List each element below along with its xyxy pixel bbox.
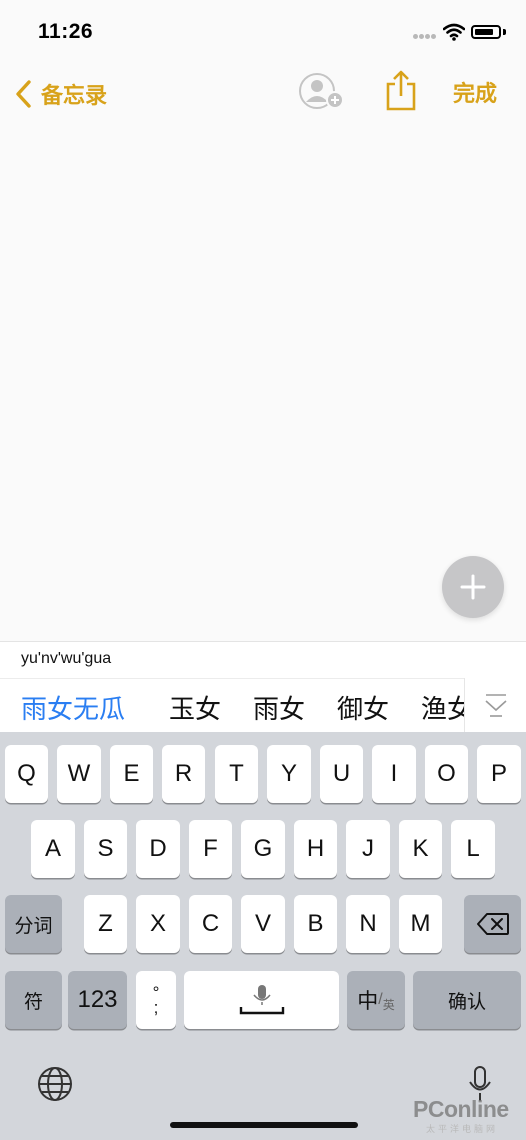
done-button[interactable]: 完成	[453, 78, 497, 110]
candidate-item[interactable]: 玉女	[169, 689, 221, 726]
key-d[interactable]: D	[136, 820, 180, 878]
key-f[interactable]: F	[189, 820, 232, 878]
ime-candidate-bar: 雨女无瓜 玉女 雨女 御女 渔女	[0, 678, 526, 733]
key-k[interactable]: K	[399, 820, 442, 878]
status-time: 11:26	[38, 20, 94, 43]
space-key[interactable]	[184, 971, 339, 1029]
back-button[interactable]: 备忘录	[14, 78, 107, 110]
key-n[interactable]: N	[346, 895, 390, 953]
expand-candidates-button[interactable]	[464, 678, 526, 732]
key-x[interactable]: X	[136, 895, 180, 953]
share-icon[interactable]	[385, 69, 417, 111]
new-item-button[interactable]	[442, 556, 504, 618]
key-l[interactable]: L	[451, 820, 495, 878]
chinese-english-toggle-key[interactable]: 中 / 英	[347, 971, 405, 1029]
battery-icon	[471, 25, 501, 39]
key-p[interactable]: P	[477, 745, 521, 803]
key-b[interactable]: B	[294, 895, 337, 953]
key-m[interactable]: M	[399, 895, 442, 953]
key-r[interactable]: R	[162, 745, 205, 803]
status-bar: 11:26	[0, 0, 526, 64]
key-a[interactable]: A	[31, 820, 75, 878]
key-u[interactable]: U	[320, 745, 363, 803]
key-h[interactable]: H	[294, 820, 337, 878]
key-z[interactable]: Z	[84, 895, 127, 953]
segment-key[interactable]: 分词	[5, 895, 62, 953]
key-t[interactable]: T	[215, 745, 258, 803]
key-v[interactable]: V	[241, 895, 285, 953]
globe-icon[interactable]	[36, 1065, 74, 1103]
wifi-icon	[443, 23, 465, 41]
plus-icon	[460, 574, 486, 600]
zh-label: 中	[357, 990, 379, 1013]
en-label: 英	[382, 997, 395, 1012]
key-q[interactable]: Q	[5, 745, 48, 803]
key-g[interactable]: G	[241, 820, 285, 878]
key-c[interactable]: C	[189, 895, 232, 953]
watermark-logo: PConline	[413, 1096, 509, 1122]
key-s[interactable]: S	[84, 820, 127, 878]
key-o[interactable]: O	[425, 745, 468, 803]
home-indicator[interactable]	[170, 1122, 358, 1128]
person-add-icon[interactable]	[298, 72, 346, 112]
punctuation-key[interactable]: ° ;	[136, 971, 176, 1029]
key-j[interactable]: J	[346, 820, 390, 878]
ime-composition-bar: yu'nv'wu'gua	[0, 641, 526, 678]
number-key[interactable]: 123	[68, 971, 127, 1029]
key-w[interactable]: W	[57, 745, 101, 803]
confirm-key[interactable]: 确认	[413, 971, 521, 1029]
key-i[interactable]: I	[372, 745, 416, 803]
candidate-item[interactable]: 雨女	[253, 689, 305, 726]
symbol-key[interactable]: 符	[5, 971, 62, 1029]
key-e[interactable]: E	[110, 745, 153, 803]
chevron-left-icon	[16, 80, 31, 108]
ime-composition-text: yu'nv'wu'gua	[21, 650, 112, 667]
candidate-item[interactable]: 雨女无瓜	[21, 689, 125, 726]
candidate-item[interactable]: 御女	[337, 689, 389, 726]
backspace-icon	[476, 913, 509, 935]
backspace-key[interactable]	[464, 895, 521, 953]
microphone-icon	[239, 985, 284, 1015]
punct-bottom-label: ;	[153, 998, 159, 1017]
chevron-down-icon	[485, 694, 507, 717]
key-y[interactable]: Y	[267, 745, 311, 803]
watermark-subtitle: 太平洋电脑网	[426, 1124, 499, 1134]
back-label: 备忘录	[41, 83, 108, 108]
